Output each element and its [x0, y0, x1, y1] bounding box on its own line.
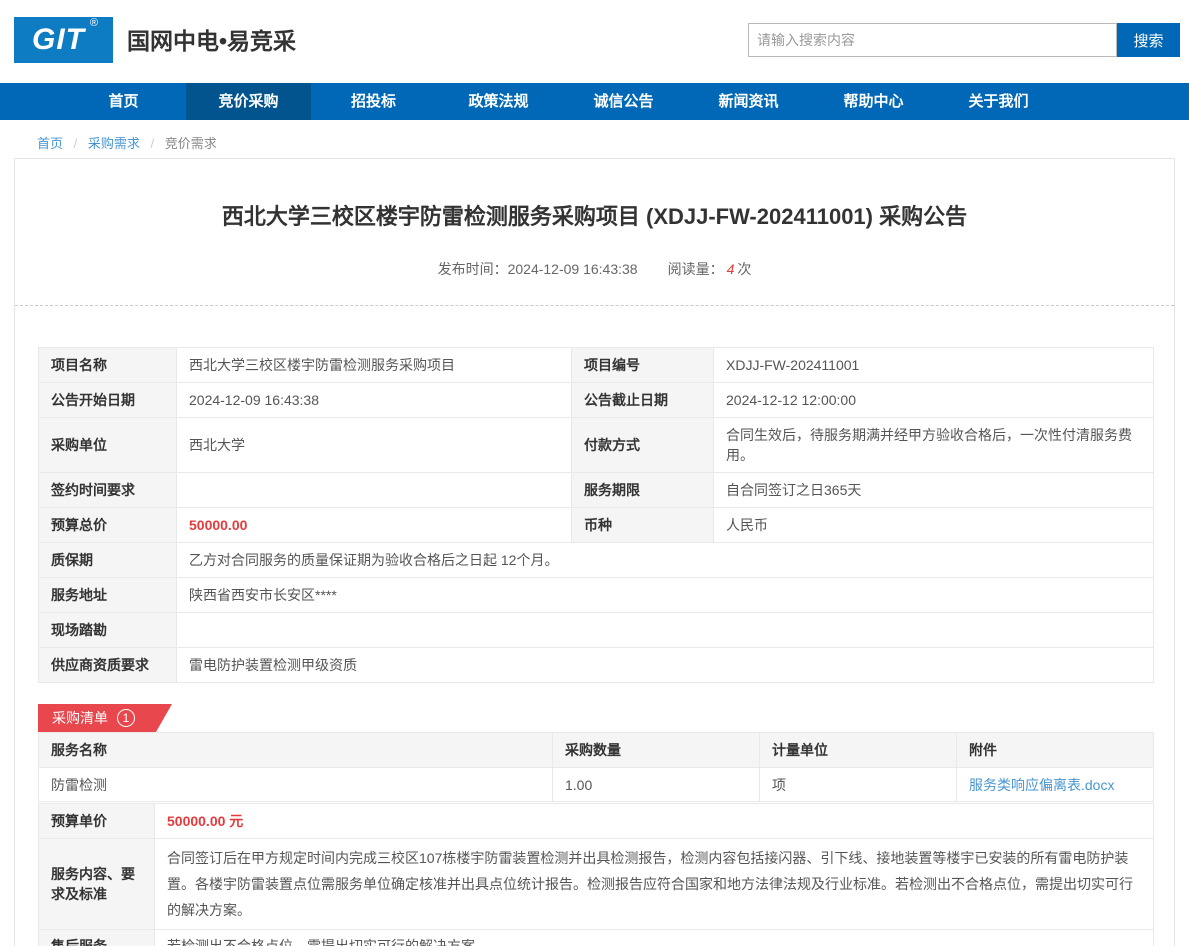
search-box: 搜索: [748, 23, 1180, 57]
table-row: 防雷检测 1.00 项 服务类响应偏离表.docx: [39, 768, 1154, 802]
detail-row: 供应商资质要求 雷电防护装置检测甲级资质: [39, 648, 1154, 683]
detail-value: 自合同签订之日365天: [714, 473, 1154, 508]
detail-value: 合同生效后，待服务期满并经甲方验收合格后，一次性付清服务费用。: [714, 418, 1154, 473]
detail-label: 服务地址: [39, 578, 177, 613]
publish-time: 2024-12-09 16:43:38: [508, 261, 638, 277]
breadcrumb-purchase-demand[interactable]: 采购需求: [88, 136, 140, 151]
budget-row: 售后服务 若检测出不合格点位，需提出切实可行的解决方案。: [39, 930, 1154, 946]
detail-label: 付款方式: [572, 418, 714, 473]
logo-git-text: GIT®: [32, 23, 95, 57]
dashed-divider: [15, 305, 1174, 306]
column-header-service-name: 服务名称: [39, 733, 553, 768]
unit-price-value: 50000.00 元: [155, 804, 1154, 839]
badge-count-circle-icon: 1: [117, 709, 135, 727]
budget-table: 预算单价 50000.00 元 服务内容、要求及标准 合同签订后在甲方规定时间内…: [38, 803, 1154, 946]
breadcrumb-separator: /: [151, 136, 155, 151]
detail-row: 服务地址 陕西省西安市长安区****: [39, 578, 1154, 613]
purchase-list-badge-label: 采购清单: [52, 708, 108, 728]
detail-value: [177, 473, 572, 508]
breadcrumb-home[interactable]: 首页: [37, 136, 63, 151]
detail-label: 服务期限: [572, 473, 714, 508]
announcement-card: 西北大学三校区楼宇防雷检测服务采购项目 (XDJJ-FW-202411001) …: [14, 158, 1175, 946]
budget-row: 预算单价 50000.00 元: [39, 804, 1154, 839]
item-unit: 项: [760, 768, 957, 802]
detail-value: 乙方对合同服务的质量保证期为验收合格后之日起 12个月。: [177, 543, 1154, 578]
detail-row: 公告开始日期 2024-12-09 16:43:38 公告截止日期 2024-1…: [39, 383, 1154, 418]
detail-row: 采购单位 西北大学 付款方式 合同生效后，待服务期满并经甲方验收合格后，一次性付…: [39, 418, 1154, 473]
nav-item-tendering[interactable]: 招投标: [311, 83, 436, 120]
detail-value: 西北大学: [177, 418, 572, 473]
project-detail-table: 项目名称 西北大学三校区楼宇防雷检测服务采购项目 项目编号 XDJJ-FW-20…: [38, 347, 1154, 683]
detail-value: XDJJ-FW-202411001: [714, 348, 1154, 383]
column-header-unit: 计量单位: [760, 733, 957, 768]
breadcrumb-current: 竞价需求: [165, 136, 217, 151]
nav-item-help-center[interactable]: 帮助中心: [811, 83, 936, 120]
budget-total-value: 50000.00: [177, 508, 572, 543]
budget-label: 服务内容、要求及标准: [39, 839, 155, 930]
read-count: 4: [727, 261, 735, 277]
read-count-unit: 次: [737, 261, 751, 277]
budget-row: 服务内容、要求及标准 合同签订后在甲方规定时间内完成三校区107栋楼宇防雷装置检…: [39, 839, 1154, 930]
detail-value: 陕西省西安市长安区****: [177, 578, 1154, 613]
nav-item-bidding-purchase[interactable]: 竞价采购: [186, 83, 311, 120]
nav-item-news[interactable]: 新闻资讯: [686, 83, 811, 120]
detail-label: 公告截止日期: [572, 383, 714, 418]
detail-value: 人民币: [714, 508, 1154, 543]
purchase-items-table: 服务名称 采购数量 计量单位 附件 防雷检测 1.00 项 服务类响应偏离表.d…: [38, 732, 1154, 802]
detail-row: 质保期 乙方对合同服务的质量保证期为验收合格后之日起 12个月。: [39, 543, 1154, 578]
detail-row: 签约时间要求 服务期限 自合同签订之日365天: [39, 473, 1154, 508]
nav-item-integrity-notice[interactable]: 诚信公告: [561, 83, 686, 120]
detail-label: 预算总价: [39, 508, 177, 543]
items-header-row: 服务名称 采购数量 计量单位 附件: [39, 733, 1154, 768]
site-title: 国网中电•易竞采: [127, 0, 296, 83]
detail-row: 现场踏勘: [39, 613, 1154, 648]
registered-mark-icon: ®: [90, 17, 99, 29]
site-logo[interactable]: GIT®: [14, 17, 113, 63]
detail-label: 公告开始日期: [39, 383, 177, 418]
detail-label: 质保期: [39, 543, 177, 578]
detail-value: 2024-12-12 12:00:00: [714, 383, 1154, 418]
detail-row: 项目名称 西北大学三校区楼宇防雷检测服务采购项目 项目编号 XDJJ-FW-20…: [39, 348, 1154, 383]
publish-time-label: 发布时间：: [438, 261, 508, 277]
detail-value: 西北大学三校区楼宇防雷检测服务采购项目: [177, 348, 572, 383]
nav-item-home[interactable]: 首页: [61, 83, 186, 120]
detail-label: 项目名称: [39, 348, 177, 383]
column-header-attachment: 附件: [957, 733, 1154, 768]
publish-info: 发布时间：2024-12-09 16:43:38 阅读量：4次: [15, 259, 1174, 279]
detail-label: 采购单位: [39, 418, 177, 473]
service-requirements-value: 合同签订后在甲方规定时间内完成三校区107栋楼宇防雷装置检测并出具检测报告，检测…: [155, 839, 1154, 930]
after-sales-value: 若检测出不合格点位，需提出切实可行的解决方案。: [155, 930, 1154, 946]
item-quantity: 1.00: [553, 768, 760, 802]
breadcrumb: 首页 / 采购需求 / 竞价需求: [37, 133, 217, 152]
page: GIT® 国网中电•易竞采 搜索 首页 竞价采购 招投标 政策法规 诚信公告 新…: [0, 0, 1189, 946]
search-button[interactable]: 搜索: [1117, 23, 1180, 57]
search-input[interactable]: [748, 23, 1117, 57]
detail-label: 币种: [572, 508, 714, 543]
budget-label: 预算单价: [39, 804, 155, 839]
detail-value: [177, 613, 1154, 648]
column-header-quantity: 采购数量: [553, 733, 760, 768]
item-service-name: 防雷检测: [39, 768, 553, 802]
nav-item-about-us[interactable]: 关于我们: [936, 83, 1061, 120]
detail-value: 2024-12-09 16:43:38: [177, 383, 572, 418]
breadcrumb-separator: /: [74, 136, 78, 151]
detail-value: 雷电防护装置检测甲级资质: [177, 648, 1154, 683]
detail-label: 现场踏勘: [39, 613, 177, 648]
detail-label: 项目编号: [572, 348, 714, 383]
budget-label: 售后服务: [39, 930, 155, 946]
detail-label: 供应商资质要求: [39, 648, 177, 683]
top-header: GIT® 国网中电•易竞采 搜索: [0, 0, 1189, 83]
detail-label: 签约时间要求: [39, 473, 177, 508]
purchase-list-badge: 采购清单 1: [38, 704, 172, 732]
attachment-link[interactable]: 服务类响应偏离表.docx: [969, 777, 1114, 793]
announcement-title: 西北大学三校区楼宇防雷检测服务采购项目 (XDJJ-FW-202411001) …: [15, 199, 1174, 231]
read-count-label: 阅读量：: [668, 261, 724, 277]
nav-item-policies[interactable]: 政策法规: [436, 83, 561, 120]
main-nav: 首页 竞价采购 招投标 政策法规 诚信公告 新闻资讯 帮助中心 关于我们: [0, 83, 1189, 120]
detail-row: 预算总价 50000.00 币种 人民币: [39, 508, 1154, 543]
